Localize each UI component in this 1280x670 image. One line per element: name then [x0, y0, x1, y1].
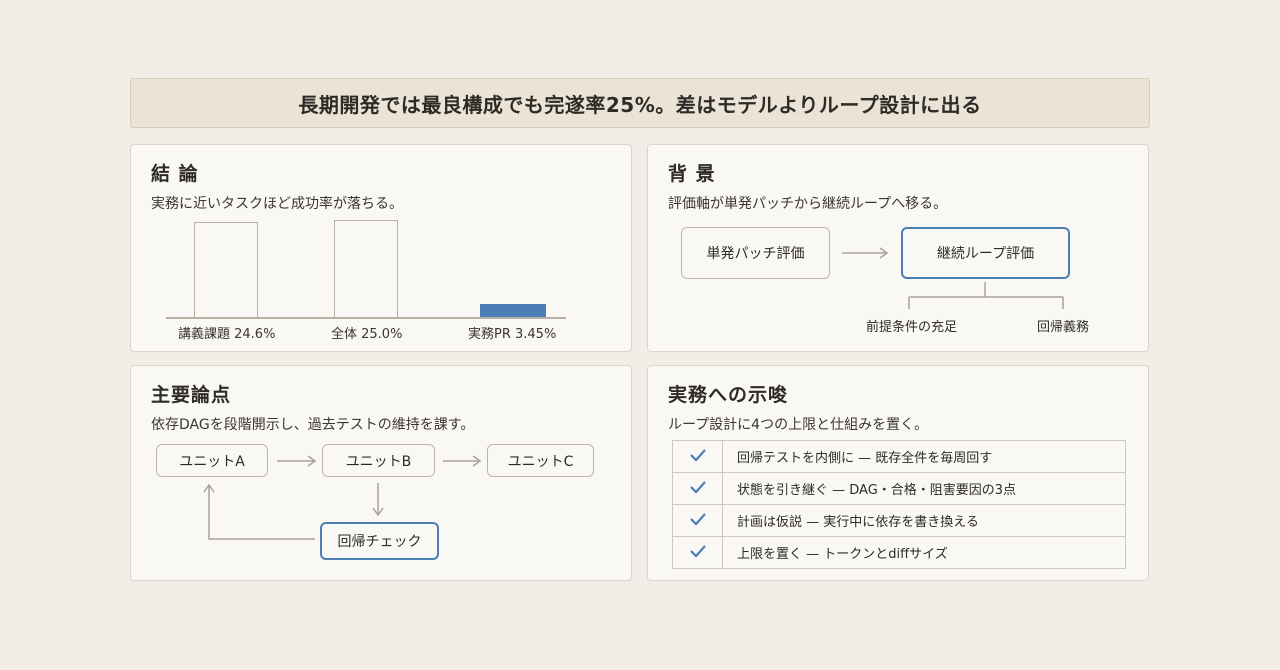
background-card: 背 景 評価軸が単発パッチから継続ループへ移る。 単発パッチ評価 継続ループ評価…: [647, 144, 1149, 352]
branch-label-precondition: 前提条件の充足: [866, 320, 958, 335]
implication-text: 計画は仮説 — 実行中に依存を書き換える: [722, 504, 1126, 537]
bar-3: [480, 304, 546, 317]
check-icon: [672, 440, 723, 473]
table-row: 回帰テストを内側に — 既存全件を毎周回す: [672, 440, 1126, 473]
implications-table: 回帰テストを内側に — 既存全件を毎周回す 状態を引き継ぐ — DAG・合格・阻…: [672, 440, 1126, 569]
table-row: 計画は仮説 — 実行中に依存を書き換える: [672, 504, 1126, 537]
bar-1: [194, 222, 258, 317]
chart-baseline: [166, 317, 566, 319]
implications-title: 実務への示唆: [668, 384, 789, 406]
check-icon: [672, 472, 723, 505]
arrow-up-icon: [203, 483, 315, 540]
main-points-card: 主要論点 依存DAGを段階開示し、過去テストの維持を課す。 ユニットA ユニット…: [130, 365, 632, 581]
bar-label-3: 実務PR 3.45%: [468, 327, 557, 342]
table-row: 上限を置く — トークンとdiffサイズ: [672, 536, 1126, 569]
arrow-right-icon: [443, 455, 482, 467]
arrow-down-icon: [372, 483, 384, 517]
arrow-right-icon: [842, 247, 889, 259]
dag-connectors: [203, 455, 482, 540]
headline-text: 長期開発では最良構成でも完遂率25%。差はモデルよりループ設計に出る: [298, 92, 982, 117]
implication-text: 状態を引き継ぐ — DAG・合格・阻害要因の3点: [722, 472, 1126, 505]
table-row: 状態を引き継ぐ — DAG・合格・阻害要因の3点: [672, 472, 1126, 505]
check-icon: [672, 504, 723, 537]
bar-chart: 講義課題 24.6% 全体 25.0% 実務PR 3.45%: [131, 145, 633, 353]
implication-text: 上限を置く — トークンとdiffサイズ: [722, 536, 1126, 569]
headline-banner: 長期開発では最良構成でも完遂率25%。差はモデルよりループ設計に出る: [130, 78, 1150, 128]
check-icon: [672, 536, 723, 569]
arrow-right-icon: [277, 455, 317, 467]
implication-text: 回帰テストを内側に — 既存全件を毎周回す: [722, 440, 1126, 473]
bar-label-1: 講義課題 24.6%: [178, 327, 276, 342]
conclusion-card: 結 論 実務に近いタスクほど成功率が落ちる。 講義課題 24.6% 全体 25.0…: [130, 144, 632, 352]
branch-label-regression: 回帰義務: [1037, 320, 1090, 335]
bar-label-2: 全体 25.0%: [331, 327, 403, 342]
implications-card: 実務への示唆 ループ設計に4つの上限と仕組みを置く。 回帰テストを内側に — 既…: [647, 365, 1149, 581]
bar-2: [334, 220, 398, 317]
implications-subtitle: ループ設計に4つの上限と仕組みを置く。: [668, 417, 929, 433]
